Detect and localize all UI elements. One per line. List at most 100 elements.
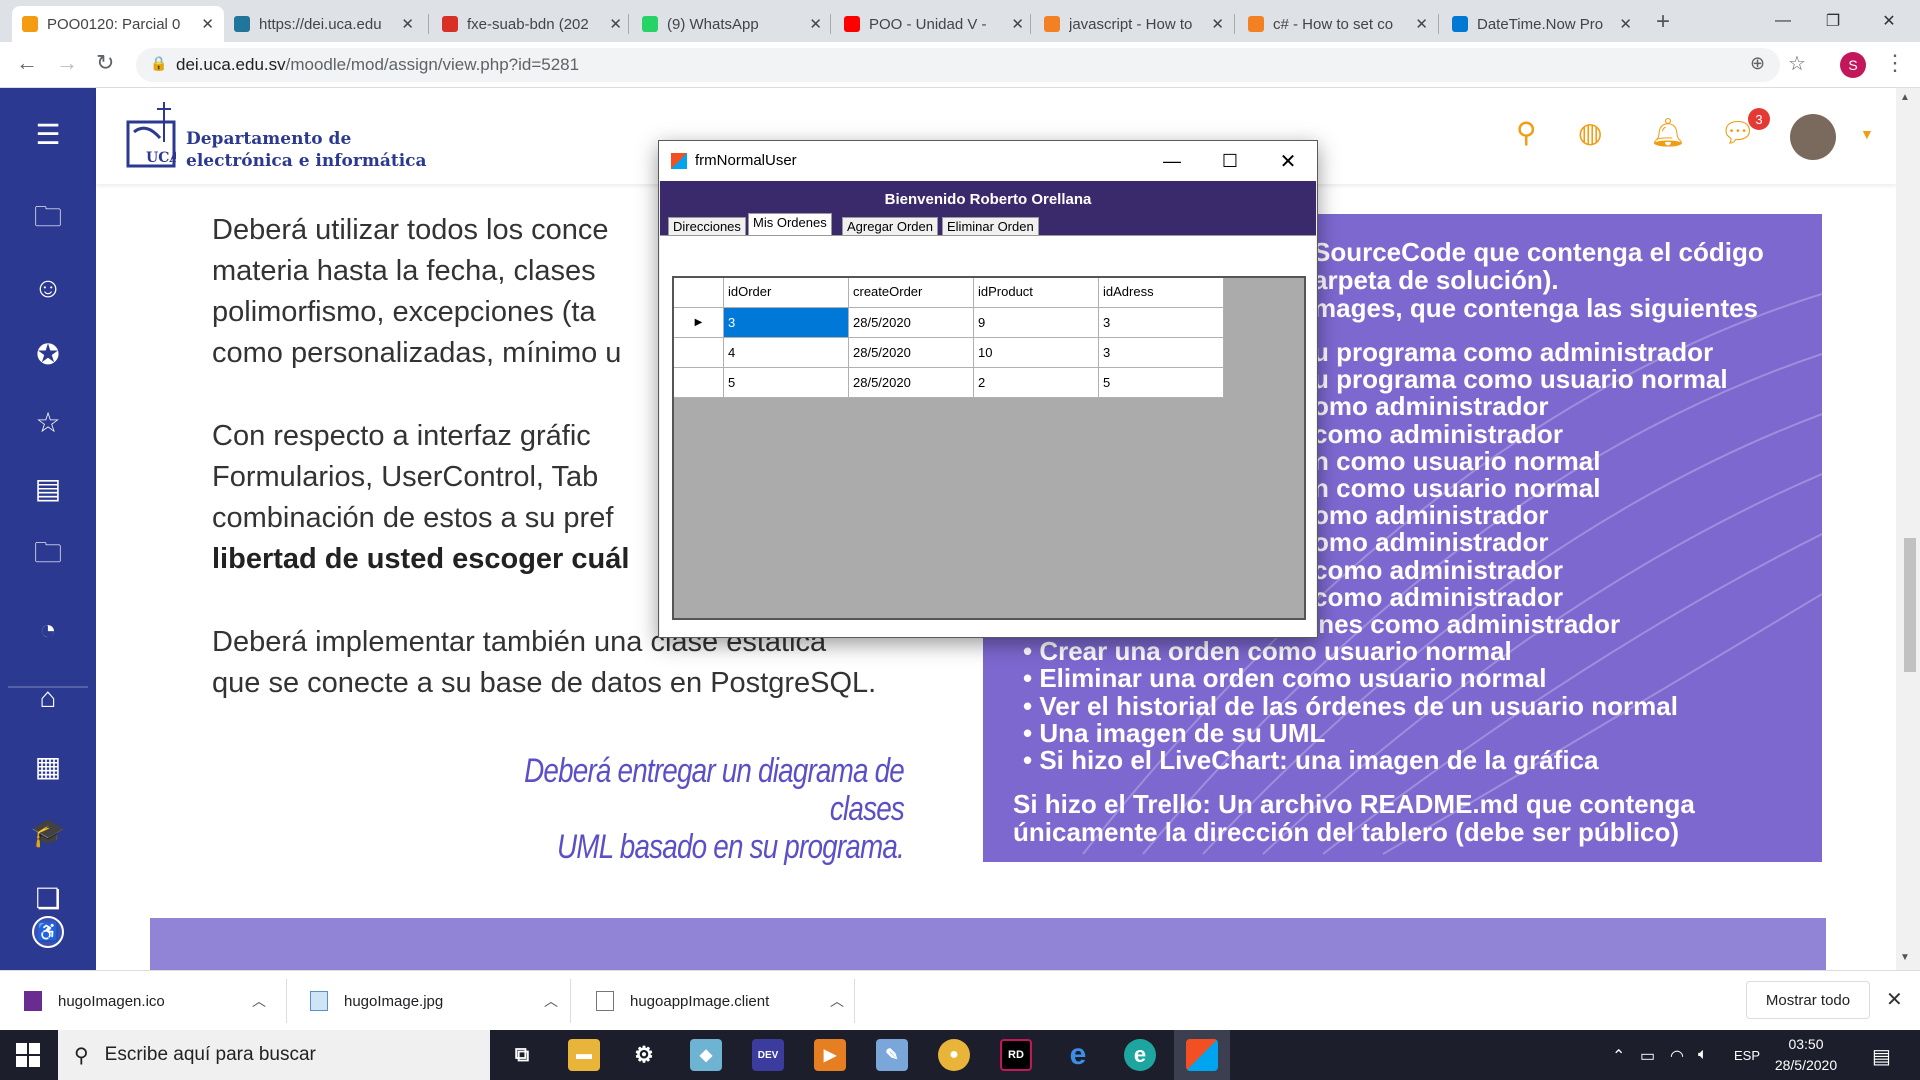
column-header[interactable]: idOrder — [724, 278, 849, 308]
grid-cell[interactable]: 3 — [724, 308, 849, 338]
table-row[interactable]: 5 28/5/2020 2 5 — [674, 368, 1224, 398]
scroll-down-arrow-icon[interactable]: ▼ — [1900, 952, 1910, 963]
page-scrollbar-thumb[interactable] — [1904, 538, 1916, 672]
scroll-up-arrow-icon[interactable]: ▲ — [1900, 92, 1910, 103]
chevron-up-icon[interactable]: ︿ — [830, 991, 844, 1011]
tab-eliminar-orden[interactable]: Eliminar Orden — [942, 217, 1039, 235]
maximize-window-button[interactable]: ☐ — [1201, 141, 1259, 181]
column-header[interactable]: idProduct — [974, 278, 1099, 308]
settings-gear-icon[interactable]: ⚙ — [628, 1039, 660, 1071]
grid-cell[interactable]: 10 — [974, 338, 1099, 368]
grid-cell[interactable]: 4 — [724, 338, 849, 368]
folder-icon[interactable]: 🗀 — [28, 536, 68, 576]
windows-start-icon[interactable] — [16, 1043, 40, 1067]
browser-tab[interactable]: https://dei.uca.edu ✕ — [224, 6, 424, 42]
grid-cell[interactable]: 28/5/2020 — [849, 368, 974, 398]
tab-direcciones[interactable]: Direcciones — [668, 217, 746, 235]
close-downloads-icon[interactable]: ✕ — [1886, 987, 1903, 1012]
browser-tab[interactable]: POO0120: Parcial 0 ✕ — [12, 6, 224, 42]
hamburger-menu-icon[interactable]: ☰ — [28, 114, 68, 154]
restore-browser-button[interactable]: ❐ — [1810, 0, 1856, 42]
task-view-icon[interactable]: ⧉ — [506, 1039, 538, 1071]
rider-icon[interactable]: RD — [1000, 1039, 1032, 1071]
minimize-window-button[interactable]: — — [1143, 141, 1201, 181]
language-indicator[interactable]: ESP — [1734, 1048, 1760, 1063]
winforms-app-icon[interactable] — [1186, 1039, 1218, 1071]
close-tab-icon[interactable]: ✕ — [1211, 15, 1224, 33]
chrome-icon[interactable]: ● — [938, 1039, 970, 1071]
uca-logo[interactable]: UCA — [126, 102, 176, 168]
column-header[interactable]: idAdress — [1099, 278, 1224, 308]
close-tab-icon[interactable]: ✕ — [201, 15, 214, 33]
row-selector[interactable] — [674, 338, 724, 368]
row-selector[interactable] — [674, 368, 724, 398]
chevron-up-icon[interactable]: ︿ — [252, 991, 266, 1011]
search-icon[interactable]: ⚲ — [1516, 116, 1537, 149]
browser-tab[interactable]: (9) WhatsApp ✕ — [632, 6, 832, 42]
paint-icon[interactable]: ✎ — [876, 1039, 908, 1071]
close-tab-icon[interactable]: ✕ — [1415, 15, 1428, 33]
wifi-icon[interactable]: ◠ — [1670, 1046, 1684, 1066]
browser-tab[interactable]: POO - Unidad V - ✕ — [834, 6, 1034, 42]
grid-cell[interactable]: 3 — [1099, 308, 1224, 338]
orders-datagrid[interactable]: idOrder createOrder idProduct idAdress ▶… — [672, 276, 1306, 620]
close-tab-icon[interactable]: ✕ — [1011, 15, 1024, 33]
close-tab-icon[interactable]: ✕ — [401, 15, 414, 33]
table-row[interactable]: 4 28/5/2020 10 3 — [674, 338, 1224, 368]
close-browser-button[interactable]: ✕ — [1866, 0, 1912, 42]
chevron-up-icon[interactable]: ︿ — [544, 991, 558, 1011]
grid-cell[interactable]: 5 — [1099, 368, 1224, 398]
profile-avatar[interactable]: S — [1840, 52, 1866, 78]
bookmark-star-icon[interactable]: ☆ — [1788, 51, 1806, 76]
table-row[interactable]: ▶ 3 28/5/2020 9 3 — [674, 308, 1224, 338]
column-header[interactable]: createOrder — [849, 278, 974, 308]
new-tab-button[interactable]: + — [1656, 8, 1670, 36]
user-menu-caret-icon[interactable]: ▼ — [1860, 126, 1874, 142]
close-tab-icon[interactable]: ✕ — [809, 15, 822, 33]
edge-icon[interactable]: e — [1062, 1038, 1094, 1071]
grid-cell[interactable]: 5 — [724, 368, 849, 398]
participants-icon[interactable]: ☺ — [28, 268, 68, 308]
row-selector-arrow-icon[interactable]: ▶ — [674, 308, 724, 338]
page-scrollbar[interactable] — [1896, 88, 1920, 970]
grid-cell[interactable]: 9 — [974, 308, 1099, 338]
folder-icon[interactable]: 🗀 — [28, 200, 68, 240]
tray-chevron-icon[interactable]: ⌃ — [1612, 1046, 1625, 1066]
grid-cell[interactable]: 28/5/2020 — [849, 338, 974, 368]
browser-tab[interactable]: fxe-suab-bdn (202 ✕ — [432, 6, 632, 42]
lock-icon[interactable]: 🔒 — [150, 55, 167, 72]
download-item[interactable]: hugoappImage.client ︿ — [596, 971, 858, 1031]
favorites-star-icon[interactable]: ☆ — [28, 402, 68, 442]
calendar-icon[interactable]: ▦ — [28, 746, 68, 786]
grid-cell[interactable]: 28/5/2020 — [849, 308, 974, 338]
notifications-bell-icon[interactable]: 🔔︎ — [1650, 116, 1686, 149]
badges-icon[interactable]: ✪ — [28, 334, 68, 374]
minimize-browser-button[interactable]: — — [1760, 0, 1806, 42]
grades-book-icon[interactable]: ▤ — [28, 468, 68, 508]
dashboard-icon[interactable]: ◔ — [28, 610, 68, 650]
close-tab-icon[interactable]: ✕ — [1619, 15, 1632, 33]
language-globe-icon[interactable]: ◍ — [1578, 116, 1602, 149]
forward-icon[interactable]: → — [56, 50, 78, 76]
battery-icon[interactable]: ▭ — [1640, 1046, 1655, 1066]
tab-mis-ordenes[interactable]: Mis Ordenes — [748, 213, 832, 235]
address-bar[interactable]: 🔒 dei.uca.edu.sv/moodle/mod/assign/view.… — [136, 48, 1806, 82]
reload-icon[interactable]: ↻ — [96, 50, 114, 76]
user-avatar[interactable] — [1790, 114, 1836, 160]
browser-tab[interactable]: c# - How to set co ✕ — [1238, 6, 1438, 42]
browser-tab[interactable]: DateTime.Now Pro ✕ — [1442, 6, 1642, 42]
zoom-icon[interactable]: ⊕ — [1750, 53, 1765, 74]
department-name[interactable]: Departamento de electrónica e informátic… — [186, 128, 427, 172]
download-item[interactable]: hugoImagen.ico ︿ — [24, 971, 280, 1031]
file-explorer-icon[interactable]: ▬ — [568, 1039, 600, 1071]
grid-cell[interactable]: 2 — [974, 368, 1099, 398]
home-icon[interactable]: ⌂ — [28, 678, 68, 718]
grid-cell[interactable]: 3 — [1099, 338, 1224, 368]
back-icon[interactable]: ← — [16, 50, 38, 76]
system-clock[interactable]: 03:50 28/5/2020 — [1766, 1034, 1846, 1076]
close-window-button[interactable]: ✕ — [1259, 141, 1317, 181]
accessibility-icon[interactable]: ♿ — [32, 916, 64, 948]
action-center-icon[interactable]: ▤ — [1872, 1044, 1891, 1069]
window-titlebar[interactable]: frmNormalUser — ☐ ✕ — [659, 141, 1317, 181]
media-player-icon[interactable]: ▶ — [814, 1039, 846, 1071]
